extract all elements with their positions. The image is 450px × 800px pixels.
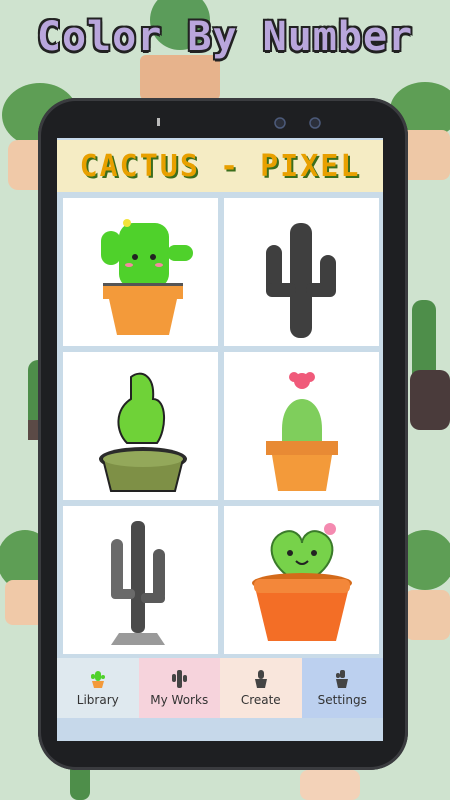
- saguaro-silhouette-image: [265, 222, 336, 338]
- settings-cactus-icon: [336, 670, 349, 688]
- screen-bottom-strip: [57, 718, 383, 741]
- library-tile-4[interactable]: [224, 352, 379, 500]
- my-works-cactus-icon: [172, 670, 188, 688]
- library-tile-5[interactable]: [63, 506, 218, 654]
- tab-library-label: Library: [76, 693, 119, 707]
- library-grid: [57, 192, 383, 658]
- app-banner-title: CACTUS - PIXEL: [79, 148, 361, 184]
- tab-create[interactable]: Create: [220, 658, 302, 718]
- tab-settings-label: Settings: [317, 693, 367, 707]
- tab-create-label: Create: [240, 693, 281, 707]
- library-tile-2[interactable]: [224, 198, 379, 346]
- heart-cactus-pot-image: [251, 522, 352, 641]
- speaker-icon: [157, 118, 160, 126]
- spiky-cactus-olive-pot-image: [98, 372, 187, 492]
- gray-cactus-stand-image: [110, 520, 165, 645]
- library-tile-1[interactable]: [63, 198, 218, 346]
- library-tile-3[interactable]: [63, 352, 218, 500]
- tab-my-works-label: My Works: [150, 693, 209, 707]
- create-cactus-icon: [254, 670, 267, 688]
- app-banner: CACTUS - PIXEL: [57, 140, 383, 192]
- front-camera-icon: [274, 117, 321, 129]
- green-cactus-pot-image: [100, 218, 193, 335]
- promo-title: Color By Number: [36, 14, 414, 60]
- flower-cactus-pot-image: [265, 371, 338, 491]
- tab-settings[interactable]: Settings: [301, 658, 383, 718]
- bottom-tab-bar: Library My Works Create Settings: [57, 658, 383, 718]
- library-cactus-icon: [90, 671, 105, 688]
- tab-library[interactable]: Library: [57, 658, 139, 718]
- library-tile-6[interactable]: [224, 506, 379, 654]
- tab-my-works[interactable]: My Works: [138, 658, 220, 718]
